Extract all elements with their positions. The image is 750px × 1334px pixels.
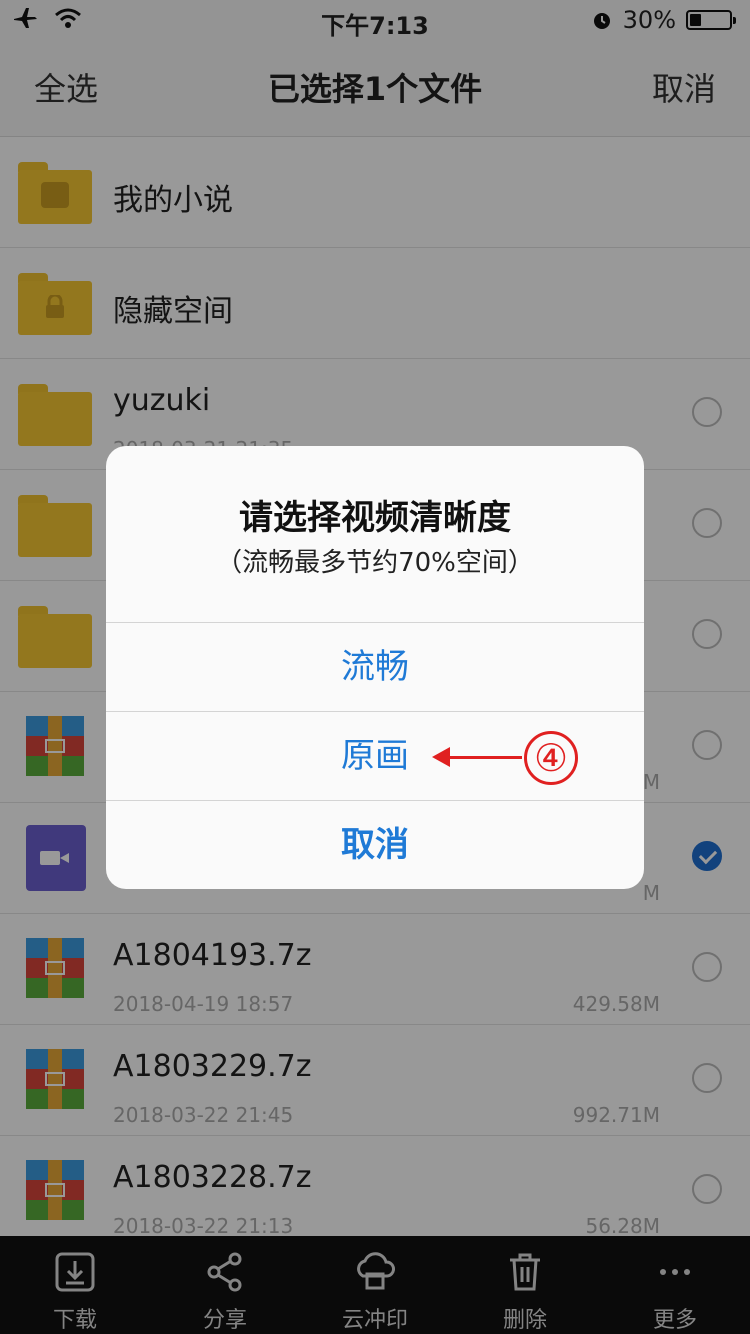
annotation-arrow-line	[440, 756, 522, 759]
step-annotation: ④	[430, 725, 578, 789]
dialog-message: （流畅最多节约70%空间）	[216, 548, 534, 578]
dialog-title: 请选择视频清晰度	[239, 498, 511, 538]
annotation-step-number: ④	[524, 731, 578, 785]
dialog-cancel-button[interactable]: 取消	[106, 800, 644, 889]
video-quality-dialog: 请选择视频清晰度 （流畅最多节约70%空间） 流畅 原画 取消	[106, 446, 644, 889]
smooth-quality-button[interactable]: 流畅	[106, 622, 644, 711]
